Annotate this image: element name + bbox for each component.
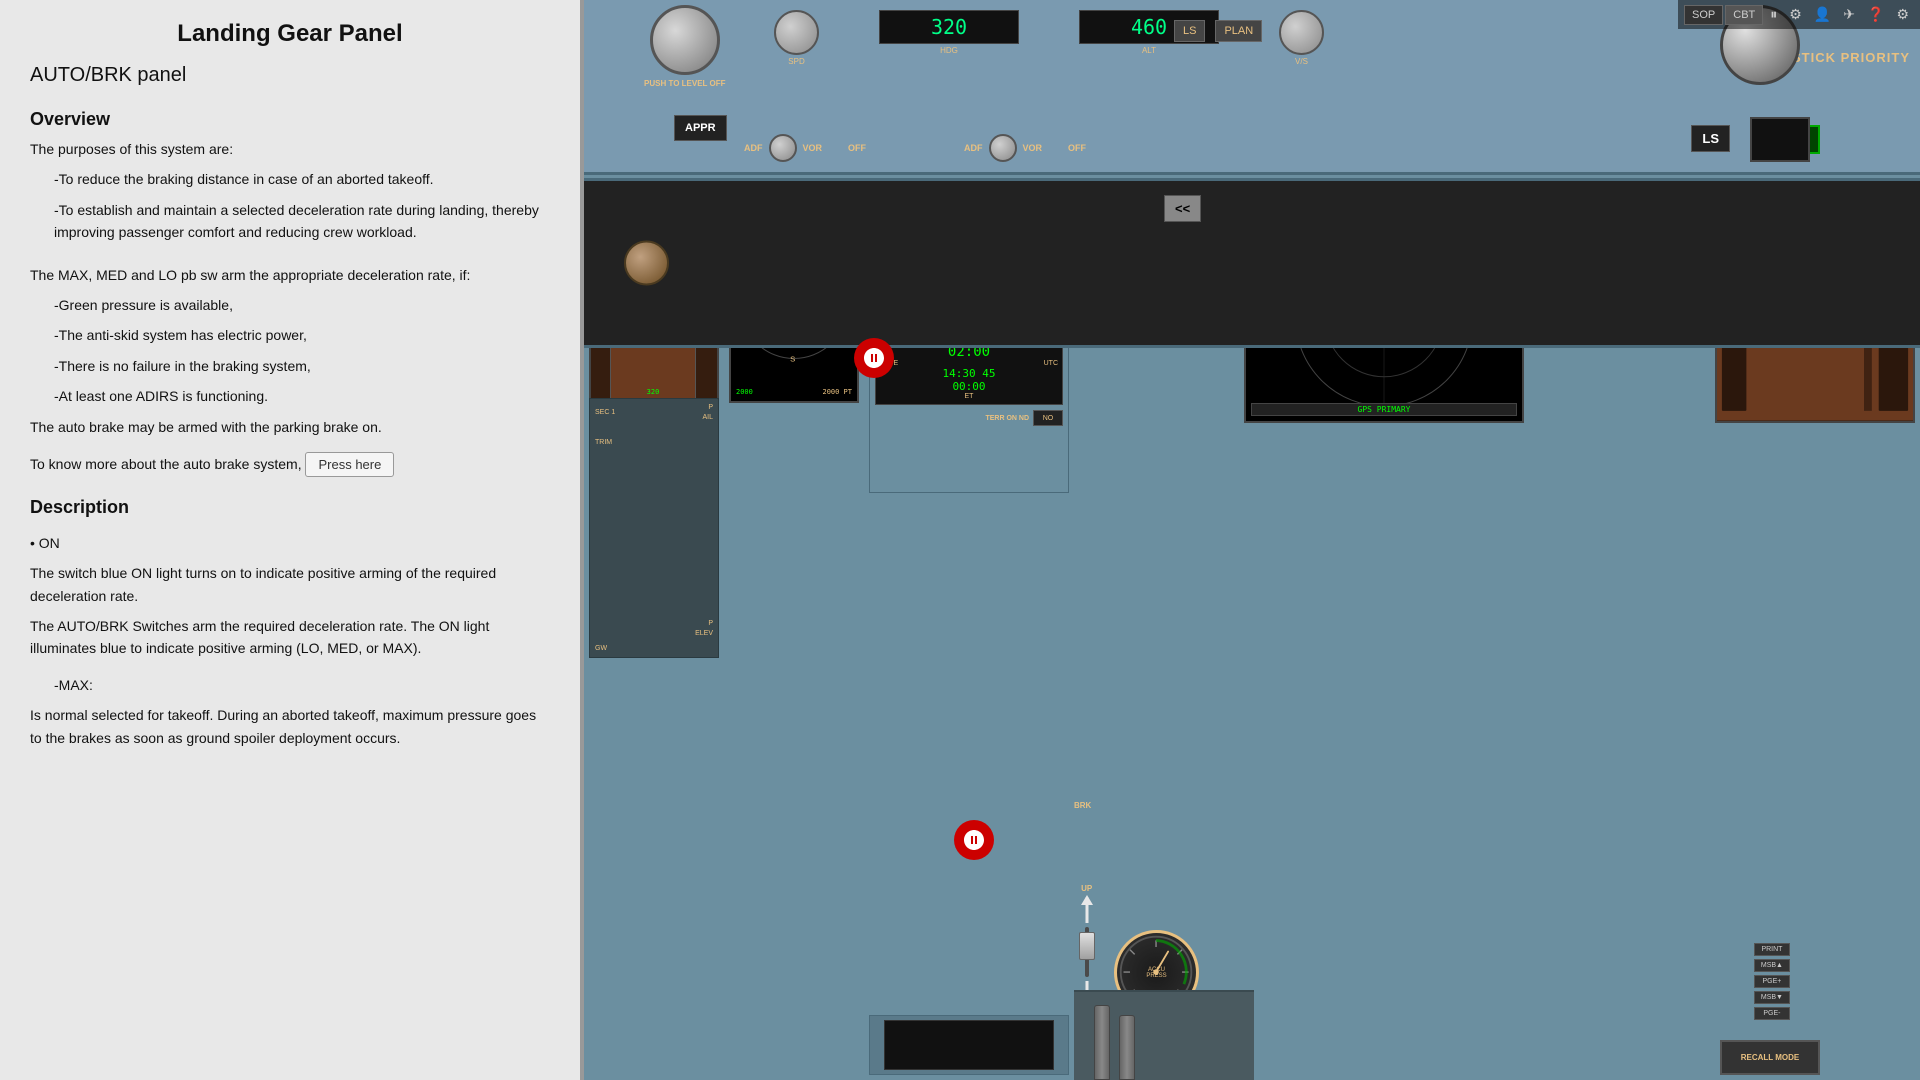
cockpit-panel: SOP CBT ⏸ ⚙ 👤 ✈ ❓ ⚙ PUSH TO LEVEL OFF S P… [584, 0, 1920, 1080]
overview-para6: -The anti-skid system has electric power… [54, 324, 550, 346]
max-label: -MAX: [54, 674, 550, 696]
terr-no-label: NO [1043, 415, 1054, 422]
max-para: Is normal selected for takeoff. During a… [30, 704, 550, 749]
msb-down-btn[interactable]: MSB▼ [1754, 991, 1790, 1004]
gear-icon[interactable]: ⚙ [1891, 4, 1914, 25]
utc-label: UTC [1044, 360, 1058, 367]
description-heading: Description [30, 497, 550, 518]
ls-button[interactable]: LS [1691, 125, 1730, 152]
msb-up-btn[interactable]: MSB▲ [1754, 959, 1790, 972]
cockpit-background: SOP CBT ⏸ ⚙ 👤 ✈ ❓ ⚙ PUSH TO LEVEL OFF S P… [584, 0, 1920, 1080]
cockpit-back-button[interactable]: << [1164, 195, 1201, 222]
press-label: PRESS [1146, 973, 1166, 979]
top-bar: SOP CBT ⏸ ⚙ 👤 ✈ ❓ ⚙ [1678, 0, 1920, 29]
pge-plus-btn[interactable]: PGE+ [1754, 975, 1790, 988]
off2-label: OFF [1068, 143, 1086, 153]
sop-button[interactable]: SOP [1684, 5, 1723, 25]
adf1-label: ADF [744, 143, 763, 153]
throttle-pedestal [1074, 990, 1254, 1080]
push-level-off-label: PUSH TO LEVEL OFF [644, 79, 726, 88]
print-btn[interactable]: PRINT [1754, 943, 1790, 956]
press-here-button[interactable]: Press here [305, 452, 394, 477]
overview-heading: Overview [30, 109, 550, 130]
pge-minus-btn[interactable]: PGE- [1754, 1007, 1790, 1020]
accu-label: ACCU [1146, 967, 1166, 973]
left-panel: Landing Gear Panel AUTO/BRK panel Overvi… [0, 0, 580, 1080]
overview-para2: -To reduce the braking distance in case … [54, 168, 550, 190]
cbt-button[interactable]: CBT [1725, 5, 1763, 25]
adf2-label: ADF [964, 143, 983, 153]
annotation-2 [954, 820, 994, 860]
recall-mode-label: RECALL MODE [1741, 1053, 1800, 1062]
on-para1: The switch blue ON light turns on to ind… [30, 562, 550, 607]
overview-para10: To know more about the auto brake system… [30, 452, 550, 477]
on-label: • ON [30, 532, 550, 554]
help-icon[interactable]: ❓ [1862, 4, 1889, 25]
terr-on-nd-label: TERR ON ND [985, 415, 1029, 422]
clock-time2: 14:30 45 [880, 367, 1058, 380]
brk-label: BRK [1074, 801, 1091, 810]
up-gear-label: UP [1081, 884, 1092, 893]
overview-para8: -At least one ADIRS is functioning. [54, 385, 550, 407]
vor1-label: VOR [803, 143, 823, 153]
windshield-area [584, 178, 1920, 348]
overview-para3: -To establish and maintain a selected de… [54, 199, 550, 244]
overview-para4: The MAX, MED and LO pb sw arm the approp… [30, 264, 550, 286]
overview-para9: The auto brake may be armed with the par… [30, 416, 550, 438]
person-icon[interactable]: 👤 [1809, 4, 1836, 25]
annotation-1 [854, 338, 894, 378]
pause-icon[interactable]: ⏸ [1765, 4, 1782, 25]
airplane-icon[interactable]: ✈ [1838, 4, 1860, 25]
gps-primary-label: GPS PRIMARY [1251, 403, 1517, 416]
et-label: ET [880, 393, 1058, 400]
overview-para5: -Green pressure is available, [54, 294, 550, 316]
page-title: Landing Gear Panel [30, 20, 550, 48]
print-buttons: PRINT MSB▲ PGE+ MSB▼ PGE- [1754, 943, 1790, 1020]
overview-para1: The purposes of this system are: [30, 138, 550, 160]
recall-mode-btn[interactable]: RECALL MODE [1720, 1040, 1820, 1075]
settings-icon[interactable]: ⚙ [1784, 4, 1807, 25]
vor2-label: VOR [1023, 143, 1043, 153]
appr-button[interactable]: APPR [674, 115, 727, 141]
bottom-display-panel [869, 1015, 1069, 1075]
svg-text:S: S [790, 354, 795, 363]
overview-para7: -There is no failure in the braking syst… [54, 355, 550, 377]
panel-subtitle: AUTO/BRK panel [30, 64, 550, 87]
off1-label: OFF [848, 143, 866, 153]
clock-time3: 00:00 [880, 380, 1058, 393]
on-para2: The AUTO/BRK Switches arm the required d… [30, 615, 550, 660]
left-mcdu-partial: P AIL SEC 1 P ELEV GW TRIM [589, 398, 719, 658]
